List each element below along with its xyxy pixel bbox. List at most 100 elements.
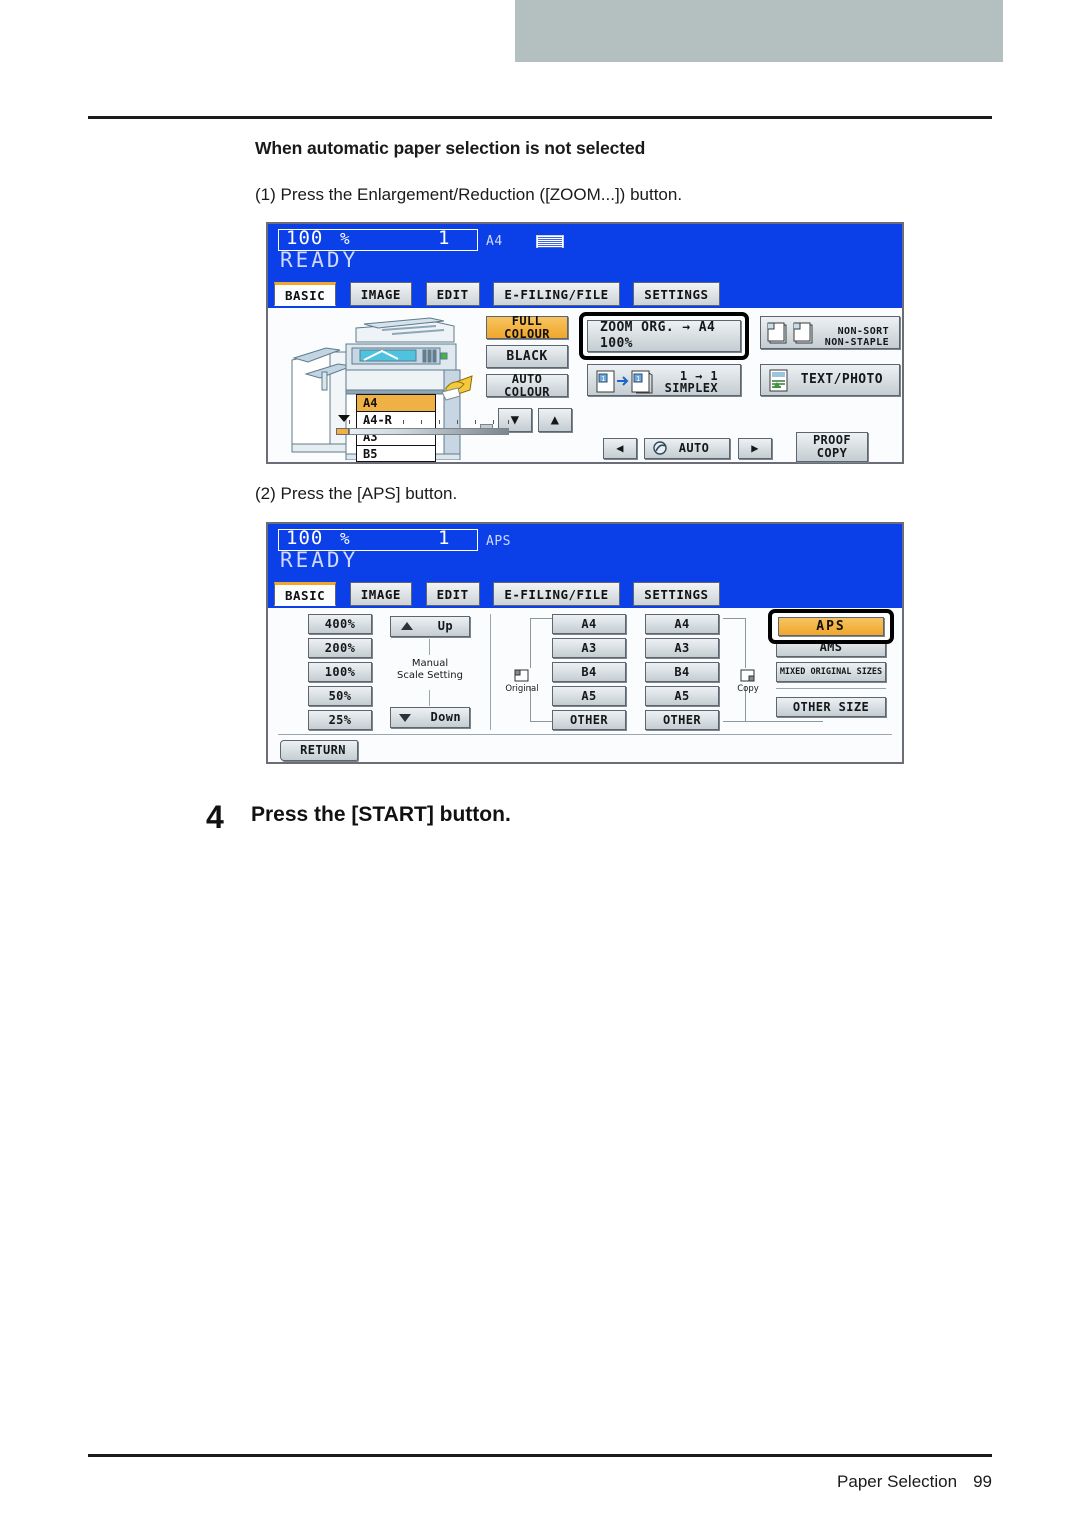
auto-colour-button[interactable]: AUTO COLOUR xyxy=(486,373,568,398)
density-slider-track[interactable] xyxy=(349,428,509,435)
zoom-button-line1: ZOOM ORG. → A4 xyxy=(600,320,716,336)
panel1-body: A4 A4-R A3 B5 FULL COLOUR BLACK AUTO COL… xyxy=(268,308,902,462)
copy-caption: Copy xyxy=(737,684,759,694)
full-colour-button[interactable]: FULL COLOUR xyxy=(486,315,568,340)
copy-size-a4[interactable]: A4 xyxy=(645,614,719,634)
density-decrease-button[interactable]: ◀ xyxy=(603,438,637,459)
finishing-line2: NON-STAPLE xyxy=(824,336,889,348)
original-size-a3[interactable]: A3 xyxy=(552,638,626,658)
triangle-down-icon xyxy=(399,714,411,722)
copy-size-a3[interactable]: A3 xyxy=(645,638,719,658)
panel2-ready-text: READY xyxy=(280,548,359,572)
footer: Paper Selection 99 xyxy=(837,1472,992,1492)
step-text: Press the [START] button. xyxy=(251,803,511,826)
density-slider-ticks xyxy=(349,420,509,425)
footer-title: Paper Selection xyxy=(837,1472,958,1491)
tray-option-a4[interactable]: A4 xyxy=(356,394,436,411)
manual-scale-caption-line2: Scale Setting xyxy=(397,669,463,681)
panel2-tab-bar: BASIC IMAGE EDIT E-FILING/FILE SETTINGS xyxy=(268,582,902,608)
mixed-original-sizes-button[interactable]: MIXED ORIGINAL SIZES xyxy=(776,662,886,682)
panel1-percent-symbol: % xyxy=(340,229,350,248)
svg-text:1: 1 xyxy=(601,375,605,383)
manual-scale-connector-bottom xyxy=(429,690,430,706)
panel1-tab-bar: BASIC IMAGE EDIT E-FILING/FILE SETTINGS xyxy=(268,282,902,308)
panel1-ratio-value: 100 xyxy=(286,227,324,249)
original-caption: Original xyxy=(505,684,539,694)
paper-stack-icon xyxy=(536,235,564,248)
original-connector-bottom xyxy=(530,721,552,722)
copy-size-a5[interactable]: A5 xyxy=(645,686,719,706)
panel2-percent-symbol: % xyxy=(340,529,350,548)
auto-density-icon xyxy=(653,441,667,455)
preset-100-button[interactable]: 100% xyxy=(308,662,372,682)
finishing-line1: NON-SORT xyxy=(837,326,889,337)
step-number: 4 xyxy=(206,799,224,835)
preset-25-button[interactable]: 25% xyxy=(308,710,372,730)
manual-scale-connector-top xyxy=(429,639,430,655)
tray-up-button[interactable]: ▲ xyxy=(538,408,572,432)
return-button[interactable]: RETURN xyxy=(280,740,358,761)
panel2-paper-size-label: APS xyxy=(486,534,511,549)
footer-page-number: 99 xyxy=(973,1472,992,1491)
copy-page-icon xyxy=(740,669,755,682)
tab-basic[interactable]: BASIC xyxy=(274,282,337,306)
text-photo-icon xyxy=(769,369,788,392)
simplex-pages-icon: 1 1 xyxy=(596,370,653,394)
svg-text:1: 1 xyxy=(636,375,640,383)
tray-option-b5[interactable]: B5 xyxy=(356,445,436,462)
panel1-status-bar: 100 % 1 A4 READY xyxy=(268,224,902,282)
tab-edit[interactable]: EDIT xyxy=(425,282,480,306)
zoom-button[interactable]: ZOOM ORG. → A4 100% xyxy=(587,320,741,352)
tab-image[interactable]: IMAGE xyxy=(349,282,412,306)
section-heading: When automatic paper selection is not se… xyxy=(255,138,646,158)
original-connector-vert-top xyxy=(530,618,531,668)
aps-button[interactable]: APS xyxy=(778,617,884,636)
manual-scale-caption: Manual Scale Setting xyxy=(390,658,470,681)
right-buttons-divider xyxy=(776,688,886,689)
tab2-basic[interactable]: BASIC xyxy=(274,582,337,606)
original-size-b4[interactable]: B4 xyxy=(552,662,626,682)
original-size-a4[interactable]: A4 xyxy=(552,614,626,634)
footer-rule xyxy=(88,1454,992,1457)
panel1-copy-count: 1 xyxy=(438,227,450,249)
zoom-button-line2: 100% xyxy=(600,336,633,351)
copy-size-other[interactable]: OTHER xyxy=(645,710,719,730)
non-sort-stacks-icon xyxy=(767,322,813,344)
original-page-icon xyxy=(514,669,529,682)
triangle-up-icon xyxy=(401,622,413,630)
substep-1-text: (1) Press the Enlargement/Reduction ([ZO… xyxy=(255,185,683,204)
black-button[interactable]: BLACK xyxy=(486,345,568,368)
tab-efiling-file[interactable]: E-FILING/FILE xyxy=(493,282,620,306)
original-size-other[interactable]: OTHER xyxy=(552,710,626,730)
duplex-line2: SIMPLEX xyxy=(664,381,718,396)
preset-50-button[interactable]: 50% xyxy=(308,686,372,706)
tab2-efiling-file[interactable]: E-FILING/FILE xyxy=(493,582,620,606)
tab-settings[interactable]: SETTINGS xyxy=(633,282,720,306)
preset-400-button[interactable]: 400% xyxy=(308,614,372,634)
copy-connector-top xyxy=(723,618,745,619)
preset-200-button[interactable]: 200% xyxy=(308,638,372,658)
document-page: When automatic paper selection is not se… xyxy=(0,0,1080,1526)
tab2-edit[interactable]: EDIT xyxy=(425,582,480,606)
header-rule xyxy=(88,116,992,119)
density-slider-knob[interactable] xyxy=(336,428,349,435)
original-size-a5[interactable]: A5 xyxy=(552,686,626,706)
panel1-ready-text: READY xyxy=(280,248,359,272)
substep-2-text: (2) Press the [APS] button. xyxy=(255,484,458,503)
panel2-status-bar: 100 % 1 APS READY xyxy=(268,524,902,582)
header-gray-bar xyxy=(515,0,1003,62)
panel2-bottom-divider xyxy=(278,734,892,735)
other-size-button[interactable]: OTHER SIZE xyxy=(776,697,886,717)
tab2-image[interactable]: IMAGE xyxy=(349,582,412,606)
proof-copy-line2: COPY xyxy=(816,446,848,460)
copy-connector-bottom xyxy=(723,721,823,722)
copy-size-b4[interactable]: B4 xyxy=(645,662,719,682)
density-increase-button[interactable]: ▶ xyxy=(738,438,772,459)
tab2-settings[interactable]: SETTINGS xyxy=(633,582,720,606)
panel2-copy-count: 1 xyxy=(438,527,450,549)
panel2-body: 400% 200% 100% 50% 25% Up Manual Scale S… xyxy=(268,608,902,762)
copy-connector-vert-top xyxy=(745,618,746,668)
proof-copy-button[interactable]: PROOF COPY xyxy=(796,432,868,462)
panel2-divider xyxy=(490,614,491,730)
copier-panel-basic: 100 % 1 A4 READY BASIC IMAGE EDIT E-FILI… xyxy=(266,222,904,464)
